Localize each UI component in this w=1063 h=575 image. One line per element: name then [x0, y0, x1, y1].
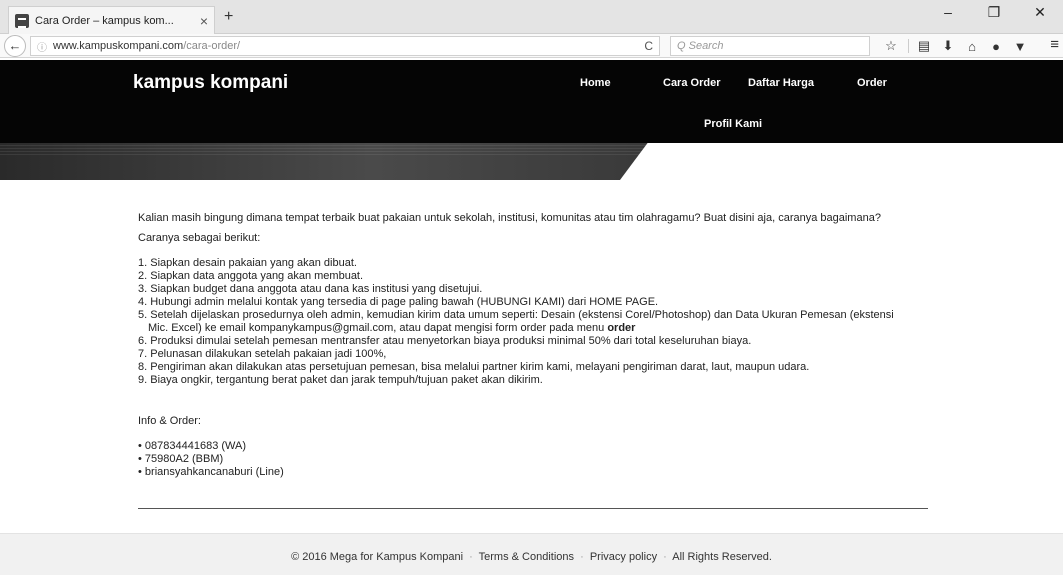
new-tab-button[interactable]: +: [224, 8, 233, 26]
footer-copyright: © 2016 Mega for Kampus Kompani: [291, 551, 464, 563]
footer-separator: ·: [663, 551, 667, 563]
browser-nav-bar: ← ⓘ www.kampuskompani.com /cara-order/ C…: [0, 34, 1063, 58]
contact-item: briansyahkancanaburi (Line): [138, 466, 928, 479]
minimize-icon[interactable]: –: [925, 0, 971, 30]
site-logo[interactable]: kampus kompani: [133, 72, 288, 94]
step-5-continued: Mic. Excel) ke email kompanykampus@gmail…: [148, 322, 608, 334]
list-item: 2. Siapkan data anggota yang akan membua…: [138, 270, 364, 282]
header-banner-stripe: [0, 143, 1063, 180]
list-item: 8. Pengiriman akan dilakukan atas perset…: [138, 361, 810, 373]
footer-terms-link[interactable]: Terms & Conditions: [479, 551, 574, 563]
nav-home[interactable]: Home: [580, 77, 611, 89]
reading-list-icon[interactable]: ▤: [913, 38, 935, 54]
list-item-continuation: Mic. Excel) ke email kompanykampus@gmail…: [138, 322, 928, 335]
url-path: /cara-order/: [183, 40, 241, 52]
footer-rights: All Rights Reserved.: [672, 551, 772, 563]
browser-tab[interactable]: Cara Order – kampus kom... ×: [8, 6, 215, 34]
search-input[interactable]: Q Search: [670, 36, 870, 56]
back-button[interactable]: ←: [4, 35, 26, 57]
nav-daftar-harga[interactable]: Daftar Harga: [748, 77, 814, 89]
list-item: 6. Produksi dimulai setelah pemesan ment…: [138, 335, 752, 347]
home-icon[interactable]: ⌂: [961, 39, 983, 54]
nav-profil-kami[interactable]: Profil Kami: [704, 118, 762, 130]
download-icon[interactable]: ⬇: [937, 38, 959, 54]
toolbar-separator: [908, 39, 909, 53]
footer-separator: ·: [469, 551, 473, 563]
site-header: kampus kompani Home Cara Order Daftar Ha…: [0, 60, 1063, 143]
intro-text: Kalian masih bingung dimana tempat terba…: [138, 212, 881, 224]
steps-list: 1. Siapkan desain pakaian yang akan dibu…: [138, 257, 928, 387]
list-item: 1. Siapkan desain pakaian yang akan dibu…: [138, 257, 357, 269]
site-favicon-icon: [15, 13, 29, 28]
close-window-icon[interactable]: ✕: [1017, 0, 1063, 30]
footer-privacy-link[interactable]: Privacy policy: [590, 551, 657, 563]
address-bar[interactable]: ⓘ www.kampuskompani.com /cara-order/ C: [30, 36, 660, 56]
nav-cara-order[interactable]: Cara Order: [663, 77, 720, 89]
menu-icon[interactable]: ≡: [1050, 36, 1059, 53]
footer-separator: ·: [580, 551, 584, 563]
contact-item: 75980A2 (BBM): [138, 453, 928, 466]
window-controls: – ❐ ✕: [925, 0, 1063, 30]
list-item: 5. Setelah dijelaskan prosedurnya oleh a…: [138, 309, 894, 321]
info-order-heading: Info & Order:: [138, 415, 201, 427]
tab-title: Cara Order – kampus kom...: [35, 14, 174, 27]
list-item: 3. Siapkan budget dana anggota atau dana…: [138, 283, 483, 295]
info-icon[interactable]: ⓘ: [37, 39, 47, 54]
order-link[interactable]: order: [607, 322, 635, 334]
browser-tab-bar: Cara Order – kampus kom... × + – ❐ ✕: [0, 0, 1063, 34]
reload-icon[interactable]: C: [644, 39, 653, 53]
nav-order[interactable]: Order: [857, 77, 887, 89]
content-divider: [138, 508, 928, 509]
chat-icon[interactable]: ●: [985, 39, 1007, 54]
site-footer: © 2016 Mega for Kampus Kompani · Terms &…: [0, 533, 1063, 575]
browser-toolbar: ☆ ▤ ⬇ ⌂ ● ▼: [880, 34, 1033, 58]
banner-cutout: [620, 143, 1063, 180]
steps-heading: Caranya sebagai berikut:: [138, 232, 261, 244]
star-icon[interactable]: ☆: [880, 38, 902, 54]
pocket-icon[interactable]: ▼: [1009, 39, 1031, 54]
url-host: www.kampuskompani.com: [53, 40, 184, 52]
tab-close-icon[interactable]: ×: [200, 13, 208, 29]
list-item: 9. Biaya ongkir, tergantung berat paket …: [138, 374, 543, 386]
list-item: 4. Hubungi admin melalui kontak yang ter…: [138, 296, 659, 308]
contact-list: 087834441683 (WA) 75980A2 (BBM) briansya…: [138, 440, 928, 479]
page-content: Kalian masih bingung dimana tempat terba…: [138, 212, 928, 479]
restore-icon[interactable]: ❐: [971, 0, 1017, 30]
list-item: 7. Pelunasan dilakukan setelah pakaian j…: [138, 348, 387, 360]
contact-item: 087834441683 (WA): [138, 440, 928, 453]
